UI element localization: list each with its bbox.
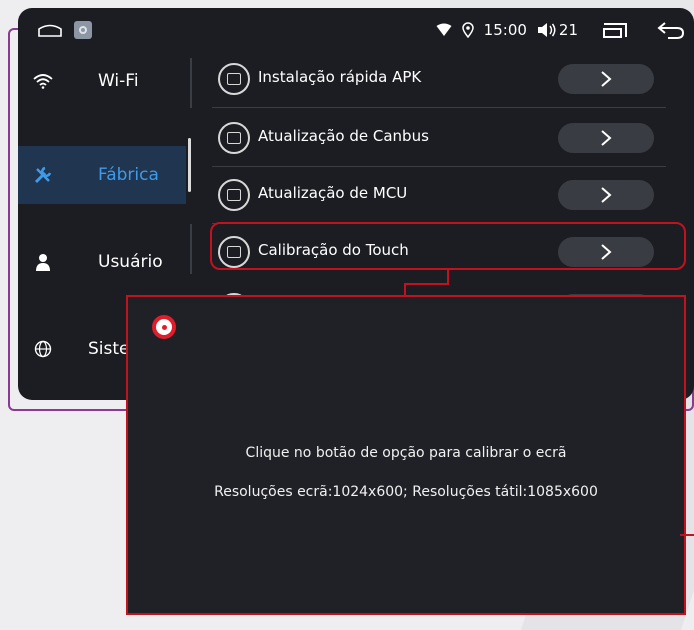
target-icon[interactable] [152, 315, 176, 339]
callout-line [680, 534, 694, 536]
wifi-status-icon [436, 23, 452, 36]
dialog-resolution: Resoluções ecrã:1024x600; Resoluções tát… [214, 484, 598, 500]
sidebar-divider [190, 58, 192, 108]
open-button[interactable] [558, 123, 654, 153]
list-item-canbus[interactable]: Atualização de Canbus [212, 109, 666, 167]
list-item-label: Atualização de MCU [258, 184, 408, 202]
volume-level: 21 [558, 21, 578, 39]
app-icon[interactable] [74, 21, 92, 39]
highlight-box [210, 222, 686, 270]
user-icon [32, 251, 54, 273]
location-icon [461, 22, 474, 38]
chevron-right-icon [601, 71, 612, 87]
dialog-instruction: Clique no botão de opção para calibrar o… [245, 445, 567, 461]
mcu-icon [218, 179, 250, 211]
callout-line [447, 268, 449, 284]
status-bar: 15:00 21 [18, 8, 694, 52]
globe-icon [32, 338, 54, 360]
active-indicator [188, 138, 191, 192]
clock: 15:00 [483, 21, 527, 39]
list-item-label: Atualização de Canbus [258, 127, 429, 145]
sidebar-item-label: Usuário [98, 252, 163, 272]
wifi-icon [32, 70, 54, 92]
canbus-icon [218, 122, 250, 154]
sidebar-item-wifi[interactable]: Wi-Fi [18, 52, 186, 110]
list-item-mcu[interactable]: Atualização de MCU [212, 166, 666, 224]
list-item-apk[interactable]: Instalação rápida APK [212, 50, 666, 108]
sidebar-item-usuario[interactable]: Usuário [18, 233, 186, 291]
list-item-label: Instalação rápida APK [258, 68, 422, 86]
apk-icon [218, 63, 250, 95]
home-icon[interactable] [38, 23, 62, 37]
sidebar-item-label: Fábrica [98, 165, 159, 185]
status-right: 15:00 21 [436, 18, 686, 42]
chevron-right-icon [601, 187, 612, 203]
sidebar-item-fabrica[interactable]: Fábrica [18, 146, 186, 204]
wrench-icon [32, 164, 54, 186]
calibration-dialog: Clique no botão de opção para calibrar o… [126, 295, 686, 615]
recent-apps-icon[interactable] [602, 20, 632, 40]
speaker-icon [537, 23, 556, 37]
chevron-right-icon [601, 130, 612, 146]
sidebar-divider [190, 224, 192, 274]
sidebar-item-label: Wi-Fi [98, 71, 139, 91]
open-button[interactable] [558, 180, 654, 210]
open-button[interactable] [558, 64, 654, 94]
callout-line [404, 283, 449, 285]
volume-indicator: 21 [537, 21, 578, 39]
sidebar-item-label: Siste [88, 339, 130, 359]
back-icon[interactable] [656, 20, 686, 40]
